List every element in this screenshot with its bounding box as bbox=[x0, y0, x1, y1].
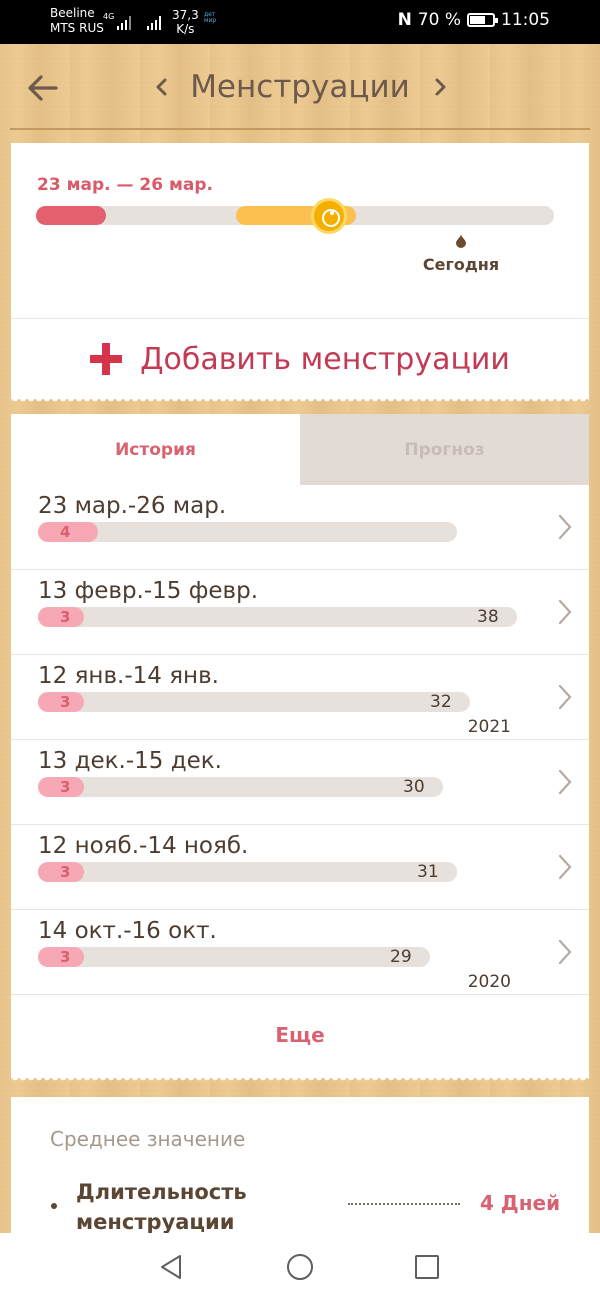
history-dates: 13 февр.-15 февр. bbox=[38, 578, 259, 604]
battery-icon bbox=[467, 13, 498, 27]
ovulation-icon bbox=[311, 198, 347, 234]
clock: 11:05 bbox=[501, 10, 550, 30]
today-label: Сегодня bbox=[422, 255, 500, 274]
chevron-right-icon[interactable] bbox=[557, 683, 573, 711]
current-cycle-card: 23 мар. — 26 мар. Сегодня Добавить менст… bbox=[11, 143, 589, 404]
signal-icon-2 bbox=[147, 16, 161, 30]
history-cycle-bar bbox=[38, 607, 517, 627]
header-divider bbox=[10, 128, 590, 130]
average-title: Среднее значение bbox=[50, 1127, 246, 1151]
network-speed: 37,3 K/s bbox=[172, 8, 199, 36]
carrier-2: MTS RUS bbox=[50, 21, 104, 35]
history-dates: 12 нояб.-14 нояб. bbox=[38, 833, 249, 859]
chevron-right-icon[interactable] bbox=[557, 853, 573, 881]
tab-bar: История Прогноз bbox=[11, 414, 589, 485]
history-year: 2021 bbox=[467, 717, 511, 737]
tab-history[interactable]: История bbox=[11, 414, 300, 485]
history-cycle-length: 31 bbox=[417, 862, 439, 882]
add-period-button[interactable]: Добавить менструации bbox=[11, 319, 589, 399]
history-row[interactable]: 13 февр.-15 февр. 3 38 bbox=[11, 570, 589, 655]
history-card: История Прогноз 23 мар.-26 мар. 4 13 февр.… bbox=[11, 414, 589, 1083]
title-container: Менструации bbox=[150, 64, 450, 110]
app-badge-icon: дет мир bbox=[204, 11, 217, 24]
history-row[interactable]: 12 янв.-14 янв. 3 32 2021 bbox=[11, 655, 589, 740]
history-cycle-bar bbox=[38, 862, 457, 882]
history-period-days: 3 bbox=[38, 947, 84, 967]
chevron-right-icon[interactable] bbox=[557, 598, 573, 626]
carrier-info: Beeline MTS RUS bbox=[50, 6, 104, 36]
plus-icon bbox=[90, 343, 123, 375]
carrier-1: Beeline bbox=[50, 6, 95, 20]
arrow-left-icon[interactable] bbox=[22, 70, 62, 106]
cycle-period-bar bbox=[36, 206, 106, 225]
history-row[interactable]: 14 окт.-16 окт. 3 29 2020 bbox=[11, 910, 589, 995]
drop-icon bbox=[456, 234, 466, 248]
battery-percent: 70 % bbox=[417, 10, 461, 30]
average-card: Среднее значение Длительность менструаци… bbox=[11, 1097, 589, 1237]
history-cycle-bar bbox=[38, 692, 470, 712]
add-period-label: Добавить менструации bbox=[140, 341, 510, 377]
chevron-right-icon[interactable] bbox=[557, 513, 573, 541]
history-dates: 23 мар.-26 мар. bbox=[38, 493, 227, 519]
average-item-label: Длительность менструации bbox=[76, 1180, 247, 1234]
history-period-days: 3 bbox=[38, 607, 84, 627]
history-cycle-length: 29 bbox=[390, 947, 412, 967]
dotted-leader bbox=[348, 1203, 460, 1205]
nav-recents-icon[interactable] bbox=[415, 1255, 439, 1279]
history-cycle-bar bbox=[38, 522, 457, 542]
history-cycle-length: 38 bbox=[477, 607, 499, 627]
history-dates: 13 дек.-15 дек. bbox=[38, 748, 222, 774]
system-nav-bar bbox=[0, 1233, 600, 1299]
history-row[interactable]: 23 мар.-26 мар. 4 bbox=[11, 485, 589, 570]
status-right: N 70 % 11:05 bbox=[398, 10, 550, 30]
chevron-right-icon[interactable] bbox=[557, 768, 573, 796]
history-row[interactable]: 12 нояб.-14 нояб. 3 31 bbox=[11, 825, 589, 910]
nav-back-icon[interactable] bbox=[158, 1253, 184, 1281]
page-title: Менструации bbox=[190, 69, 410, 105]
history-year: 2020 bbox=[467, 972, 511, 992]
history-cycle-length: 32 bbox=[430, 692, 452, 712]
history-list: 23 мар.-26 мар. 4 13 февр.-15 февр. 3 38 12 я… bbox=[11, 485, 589, 995]
chevron-right-icon[interactable] bbox=[557, 938, 573, 966]
history-dates: 14 окт.-16 окт. bbox=[38, 918, 217, 944]
history-period-days: 3 bbox=[38, 692, 84, 712]
history-period-days: 3 bbox=[38, 862, 84, 882]
nav-home-icon[interactable] bbox=[287, 1254, 313, 1280]
tab-forecast[interactable]: Прогноз bbox=[300, 414, 589, 485]
app-header: Менструации bbox=[0, 44, 600, 130]
nfc-icon: N bbox=[397, 10, 412, 30]
signal-icon bbox=[117, 16, 131, 30]
history-dates: 12 янв.-14 янв. bbox=[38, 663, 219, 689]
chevron-right-icon[interactable] bbox=[428, 74, 452, 100]
history-cycle-bar bbox=[38, 947, 430, 967]
history-period-days: 3 bbox=[38, 777, 84, 797]
history-cycle-length: 30 bbox=[403, 777, 425, 797]
status-bar: Beeline MTS RUS 4G 37,3 K/s дет мир N 70… bbox=[0, 0, 600, 44]
speed-unit: K/s bbox=[176, 22, 195, 36]
history-cycle-bar bbox=[38, 777, 443, 797]
history-period-days: 4 bbox=[38, 522, 98, 542]
card-edge bbox=[11, 1077, 589, 1083]
speed-value: 37,3 bbox=[172, 8, 199, 22]
network-type: 4G bbox=[103, 12, 115, 21]
bullet bbox=[51, 1203, 57, 1209]
more-button[interactable]: Еще bbox=[11, 995, 589, 1075]
history-row[interactable]: 13 дек.-15 дек. 3 30 bbox=[11, 740, 589, 825]
card-edge bbox=[11, 398, 589, 404]
current-cycle-range: 23 мар. — 26 мар. bbox=[37, 175, 213, 195]
average-item-value: 4 Дней bbox=[480, 1191, 561, 1215]
